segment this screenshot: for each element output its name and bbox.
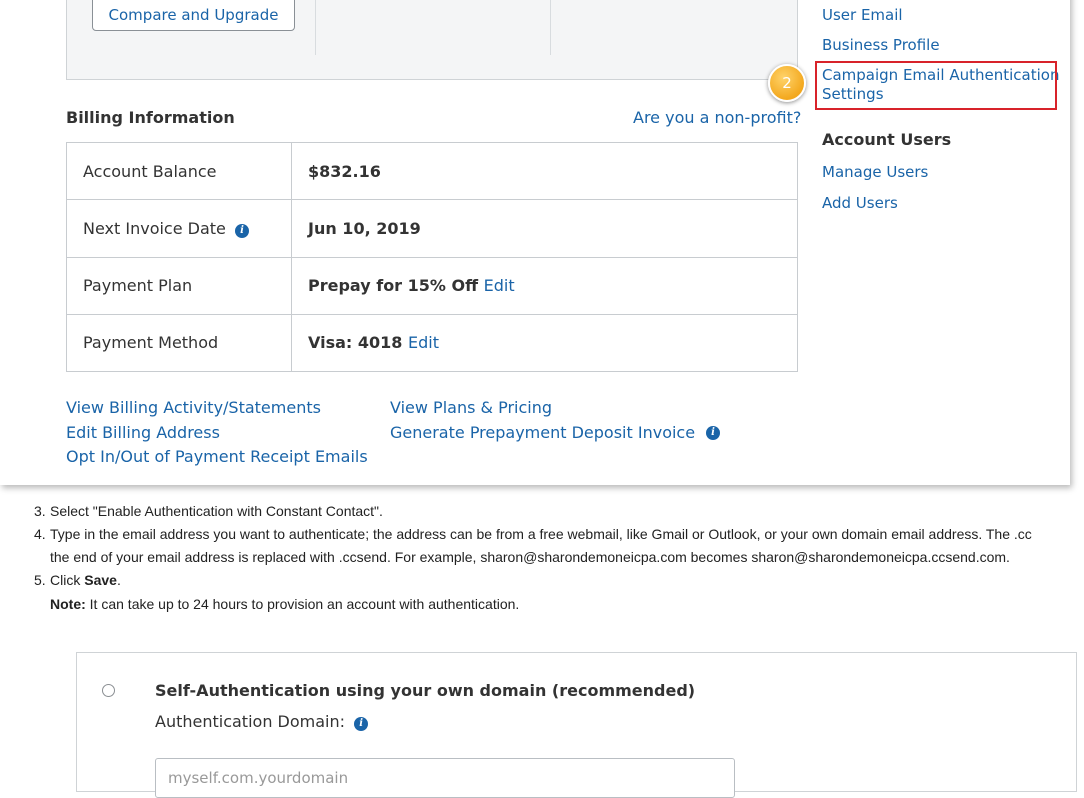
- next-invoice-date-value: Jun 10, 2019: [291, 199, 798, 258]
- table-row: Account Balance $832.16: [66, 141, 798, 201]
- generate-prepayment-invoice-link[interactable]: Generate Prepayment Deposit Invoice: [390, 423, 695, 442]
- payment-method-cell: Visa: 4018 Edit: [291, 313, 798, 373]
- step-number: 4.: [34, 526, 46, 542]
- highlight-box: [815, 61, 1057, 110]
- table-row: Payment Method Visa: 4018 Edit: [66, 313, 798, 373]
- instruction-step-4-continued: the end of your email address is replace…: [50, 549, 1010, 565]
- edit-payment-plan-link[interactable]: Edit: [484, 276, 515, 295]
- payment-plan-label: Payment Plan: [66, 256, 292, 315]
- self-authentication-radio[interactable]: [102, 684, 115, 697]
- payment-receipt-emails-link[interactable]: Opt In/Out of Payment Receipt Emails: [66, 447, 368, 466]
- view-billing-activity-link[interactable]: View Billing Activity/Statements: [66, 398, 321, 417]
- sidebar-item-manage-users[interactable]: Manage Users: [822, 163, 928, 181]
- payment-method-label: Payment Method: [66, 313, 292, 373]
- note-text: It can take up to 24 hours to provision …: [85, 596, 520, 612]
- info-icon[interactable]: i: [706, 426, 720, 440]
- edit-payment-method-link[interactable]: Edit: [408, 333, 439, 352]
- payment-plan-cell: Prepay for 15% Off Edit: [291, 256, 798, 315]
- step-number: 5.: [34, 572, 46, 588]
- billing-information-heading: Billing Information: [66, 108, 235, 127]
- next-invoice-date-cell: Next Invoice Date i: [66, 199, 292, 258]
- instruction-step-5: 5. Click Save.: [34, 572, 121, 588]
- instruction-step-3: 3. Select "Enable Authentication with Con…: [34, 503, 383, 519]
- step-text: Select "Enable Authentication with Const…: [50, 503, 383, 519]
- account-balance-label: Account Balance: [66, 141, 292, 201]
- sidebar-item-add-users[interactable]: Add Users: [822, 194, 898, 212]
- info-icon[interactable]: i: [234, 223, 249, 238]
- info-icon[interactable]: i: [354, 717, 369, 731]
- next-invoice-date-label: Next Invoice Date: [83, 218, 226, 238]
- instruction-step-4: 4. Type in the email address you want to …: [34, 526, 1032, 542]
- table-row: Next Invoice Date i Jun 10, 2019: [66, 199, 798, 258]
- view-plans-pricing-link[interactable]: View Plans & Pricing: [390, 398, 552, 417]
- self-authentication-title: Self-Authentication using your own domai…: [155, 681, 696, 700]
- account-balance-value: $832.16: [291, 141, 798, 201]
- table-row: Payment Plan Prepay for 15% Off Edit: [66, 256, 798, 315]
- panel-divider: [550, 0, 551, 55]
- account-users-heading: Account Users: [822, 130, 952, 149]
- instruction-note: Note: It can take up to 24 hours to prov…: [50, 596, 519, 612]
- edit-billing-address-link[interactable]: Edit Billing Address: [66, 423, 220, 442]
- sidebar-item-user-email[interactable]: User Email: [822, 6, 903, 24]
- save-keyword: Save: [84, 572, 117, 588]
- non-profit-link[interactable]: Are you a non-profit?: [633, 108, 801, 127]
- step-text: Click: [50, 572, 85, 588]
- billing-table: Account Balance $832.16 Next Invoice Dat…: [66, 141, 798, 373]
- compare-and-upgrade-button[interactable]: Compare and Upgrade: [92, 0, 295, 31]
- step-text: .: [116, 572, 121, 588]
- authentication-domain-input[interactable]: myself.com.yourdomain: [155, 758, 735, 798]
- panel-divider: [315, 0, 316, 55]
- step-number: 3.: [34, 503, 46, 519]
- compare-and-upgrade-label: Compare and Upgrade: [108, 6, 279, 24]
- payment-plan-value: Prepay for 15% Off: [308, 276, 479, 296]
- note-label: Note:: [50, 596, 86, 612]
- payment-method-value: Visa: 4018: [308, 333, 403, 353]
- step-callout-badge: 2: [768, 64, 806, 102]
- authentication-domain-label-row: Authentication Domain: i: [155, 712, 369, 731]
- authentication-domain-label: Authentication Domain:: [155, 712, 346, 731]
- step-text: Type in the email address you want to au…: [50, 526, 1032, 542]
- sidebar-item-business-profile[interactable]: Business Profile: [822, 36, 940, 54]
